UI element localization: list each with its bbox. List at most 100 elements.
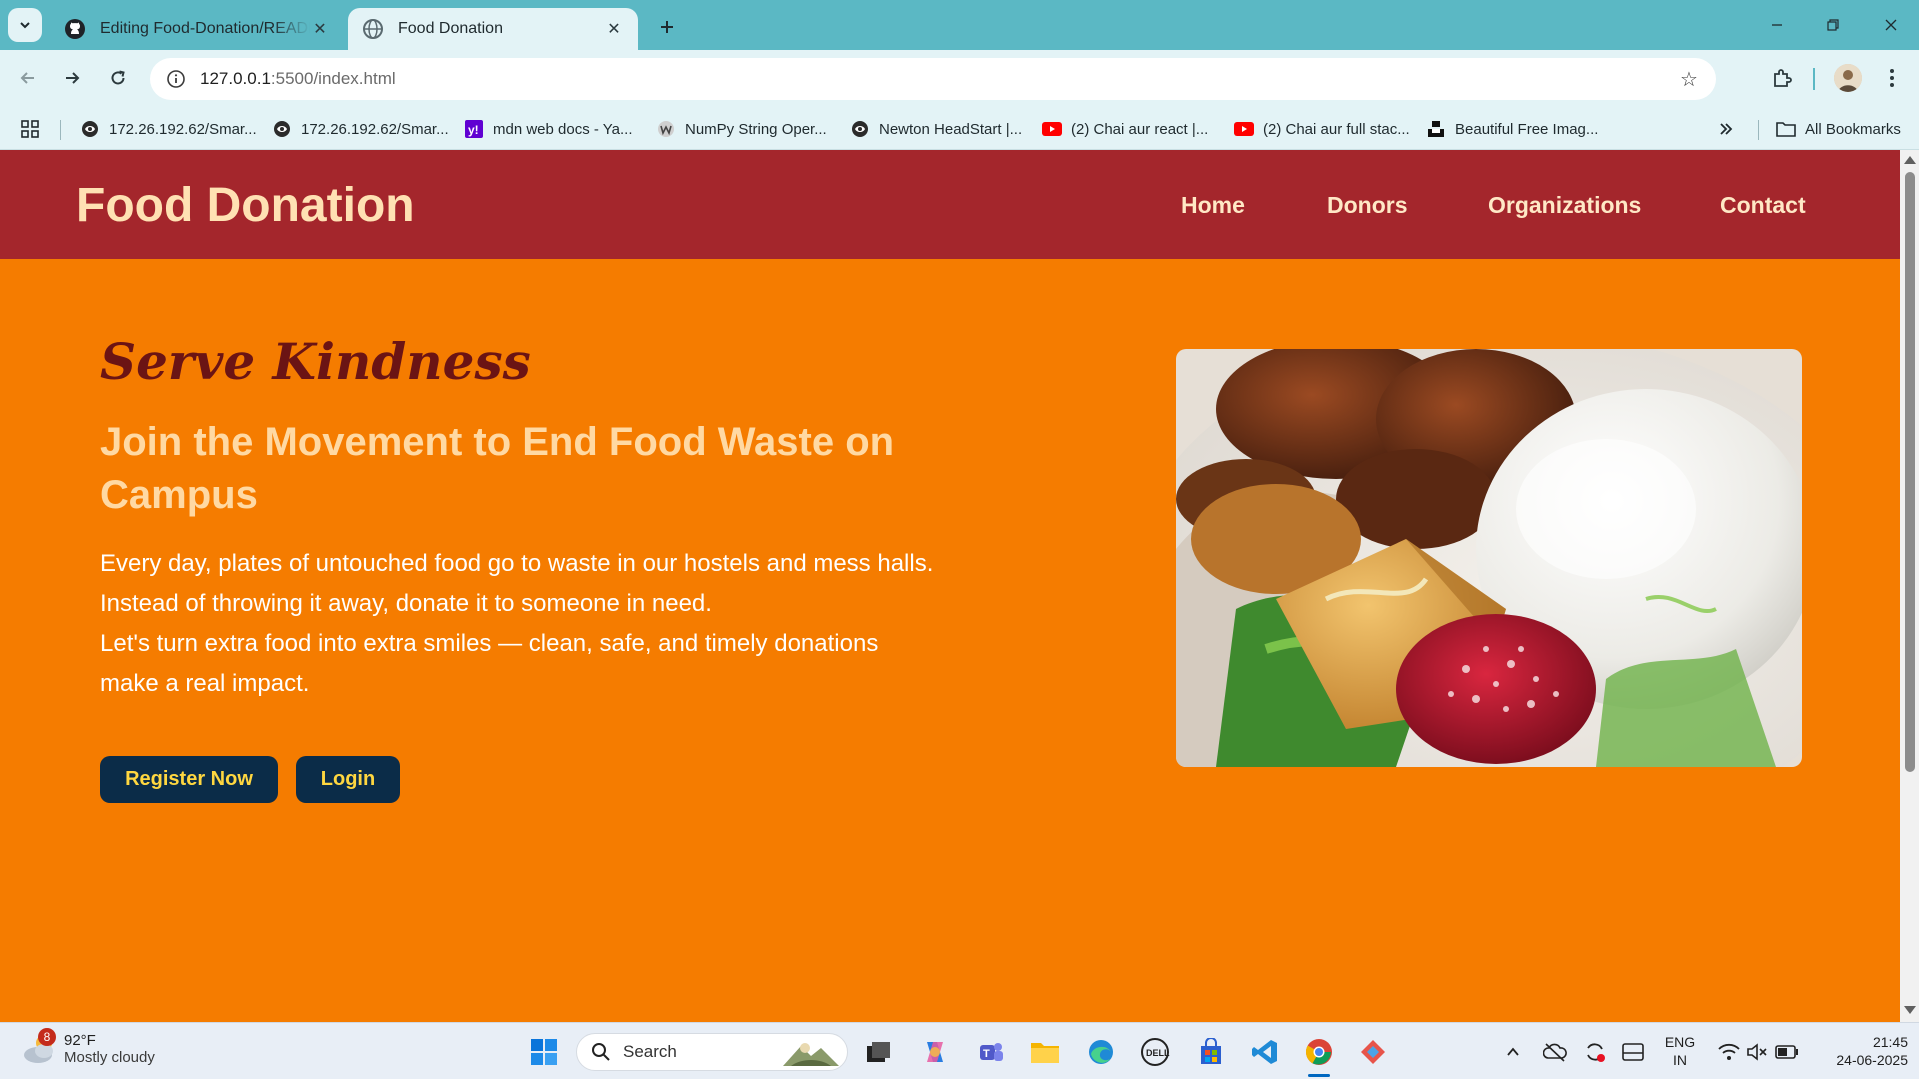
login-button[interactable]: Login xyxy=(296,756,400,803)
file-explorer-icon[interactable] xyxy=(1028,1035,1062,1069)
bookmark-label: Newton HeadStart |... xyxy=(879,120,1023,138)
page-scrollbar[interactable] xyxy=(1900,150,1919,1022)
bookmark-item[interactable]: Newton HeadStart |... xyxy=(850,108,1022,150)
copilot-icon[interactable] xyxy=(918,1035,952,1069)
hero-paragraph-line: Let's turn extra food into extra smiles … xyxy=(100,630,879,697)
folder-icon xyxy=(1776,119,1796,139)
pinned-app-icon[interactable] xyxy=(1356,1035,1390,1069)
region-code: IN xyxy=(1673,1052,1687,1068)
close-window-button[interactable] xyxy=(1868,10,1914,40)
browser-toolbar: 127.0.0.1:5500/index.html ☆ xyxy=(0,50,1919,108)
bookmark-item[interactable]: (2) Chai aur full stac... xyxy=(1234,108,1410,150)
sync-icon[interactable] xyxy=(1578,1035,1612,1069)
clock-date: 24-06-2025 xyxy=(1836,1052,1908,1068)
tab-title: Food Donation xyxy=(398,20,503,37)
bookmark-item[interactable]: 172.26.192.62/Smar... xyxy=(80,108,257,150)
github-icon xyxy=(65,19,85,39)
chevron-down-icon xyxy=(20,22,30,29)
bookmark-label: Beautiful Free Imag... xyxy=(1455,120,1599,138)
bookmark-item[interactable]: NumPy String Oper... xyxy=(656,108,827,150)
address-bar[interactable]: 127.0.0.1:5500/index.html ☆ xyxy=(150,58,1716,100)
arrow-left-icon xyxy=(20,72,34,84)
bookmark-label: (2) Chai aur react |... xyxy=(1071,120,1209,138)
close-tab-icon[interactable]: ✕ xyxy=(604,19,624,39)
globe-icon xyxy=(363,19,383,39)
nav-contact[interactable]: Contact xyxy=(1720,192,1806,219)
browser-tab-strip: Editing Food-Donation/README.md ✕ Food D… xyxy=(0,0,1919,50)
bookmark-item[interactable]: 172.26.192.62/Smar... xyxy=(272,108,449,150)
apps-grid-icon xyxy=(21,120,39,138)
scroll-up-arrow-icon[interactable] xyxy=(1904,156,1916,164)
svg-text:DELL: DELL xyxy=(1146,1048,1170,1058)
bookmark-item[interactable]: y! mdn web docs - Ya... xyxy=(464,108,633,150)
bookmark-divider xyxy=(60,120,61,140)
dell-icon[interactable]: DELL xyxy=(1138,1035,1172,1069)
youtube-icon xyxy=(1042,119,1062,139)
globe-icon xyxy=(850,119,870,139)
minimize-icon xyxy=(1772,24,1782,26)
register-now-button[interactable]: Register Now xyxy=(100,756,278,803)
restore-button[interactable] xyxy=(1810,10,1856,40)
battery-icon[interactable] xyxy=(1770,1035,1804,1069)
apps-button[interactable] xyxy=(20,108,40,150)
site-info-icon[interactable] xyxy=(164,67,188,91)
weather-temperature: 92°F xyxy=(64,1032,96,1049)
restore-icon xyxy=(1827,19,1839,31)
bookmark-label: (2) Chai aur full stac... xyxy=(1263,120,1410,138)
forward-button[interactable] xyxy=(54,60,90,96)
globe-icon xyxy=(80,119,100,139)
browser-menu-button[interactable] xyxy=(1880,62,1904,94)
vscode-icon[interactable] xyxy=(1248,1035,1282,1069)
tablet-mode-icon[interactable] xyxy=(1616,1035,1650,1069)
bookmark-label: 172.26.192.62/Smar... xyxy=(109,120,257,138)
nav-home[interactable]: Home xyxy=(1181,192,1245,219)
microsoft-store-icon[interactable] xyxy=(1194,1035,1228,1069)
search-icon xyxy=(592,1043,610,1061)
bookmarks-bar: 172.26.192.62/Smar... 172.26.192.62/Smar… xyxy=(0,108,1919,150)
chrome-icon[interactable] xyxy=(1302,1035,1336,1069)
new-tab-button[interactable] xyxy=(652,12,682,42)
tab-search-button[interactable] xyxy=(8,8,42,42)
clock[interactable]: 21:45 24-06-2025 xyxy=(1812,1033,1908,1069)
site-logo[interactable]: Food Donation xyxy=(76,178,415,233)
weather-badge: 8 xyxy=(38,1028,56,1046)
nav-donors[interactable]: Donors xyxy=(1327,192,1408,219)
site-header: Food Donation Home Donors Organizations … xyxy=(0,150,1900,259)
all-bookmarks-button[interactable]: All Bookmarks xyxy=(1776,108,1901,150)
teams-icon[interactable]: T xyxy=(974,1035,1008,1069)
taskbar-search[interactable]: Search xyxy=(576,1033,848,1071)
nav-organizations[interactable]: Organizations xyxy=(1488,192,1641,219)
extensions-button[interactable] xyxy=(1764,60,1800,96)
volume-muted-icon[interactable] xyxy=(1740,1035,1774,1069)
search-highlight-icon xyxy=(783,1043,839,1066)
reload-icon xyxy=(111,70,125,85)
tab-title: Editing Food-Donation/README.md xyxy=(100,20,310,37)
more-bookmarks-button[interactable] xyxy=(1718,108,1734,150)
active-app-indicator xyxy=(1308,1074,1330,1077)
scroll-thumb[interactable] xyxy=(1905,172,1915,772)
language-code: ENG xyxy=(1664,1034,1696,1050)
edge-icon[interactable] xyxy=(1084,1035,1118,1069)
bookmark-label: NumPy String Oper... xyxy=(685,120,827,138)
scroll-down-arrow-icon[interactable] xyxy=(1904,1006,1916,1014)
language-indicator[interactable]: ENG IN xyxy=(1660,1033,1700,1069)
close-tab-icon[interactable]: ✕ xyxy=(310,19,330,39)
url-text: 127.0.0.1:5500/index.html xyxy=(200,69,396,89)
start-button[interactable] xyxy=(527,1035,561,1069)
minimize-button[interactable] xyxy=(1754,10,1800,40)
reload-button[interactable] xyxy=(100,60,136,96)
chevron-up-icon[interactable] xyxy=(1496,1035,1530,1069)
url-host: 127.0.0.1 xyxy=(200,69,271,88)
back-button[interactable] xyxy=(10,60,46,96)
onedrive-offline-icon[interactable] xyxy=(1538,1035,1572,1069)
profile-avatar[interactable] xyxy=(1834,64,1862,92)
clock-time: 21:45 xyxy=(1872,1034,1908,1050)
tab-food-donation[interactable]: Food Donation ✕ xyxy=(348,8,638,50)
bookmark-item[interactable]: (2) Chai aur react |... xyxy=(1042,108,1208,150)
hero-paragraph-line: Every day, plates of untouched food go t… xyxy=(100,550,934,577)
bookmark-item[interactable]: Beautiful Free Imag... xyxy=(1426,108,1598,150)
task-view-icon[interactable] xyxy=(862,1035,896,1069)
tab-github-readme[interactable]: Editing Food-Donation/README.md ✕ xyxy=(50,8,344,50)
weather-condition: Mostly cloudy xyxy=(64,1049,155,1066)
bookmark-star-icon[interactable]: ☆ xyxy=(1676,66,1702,92)
